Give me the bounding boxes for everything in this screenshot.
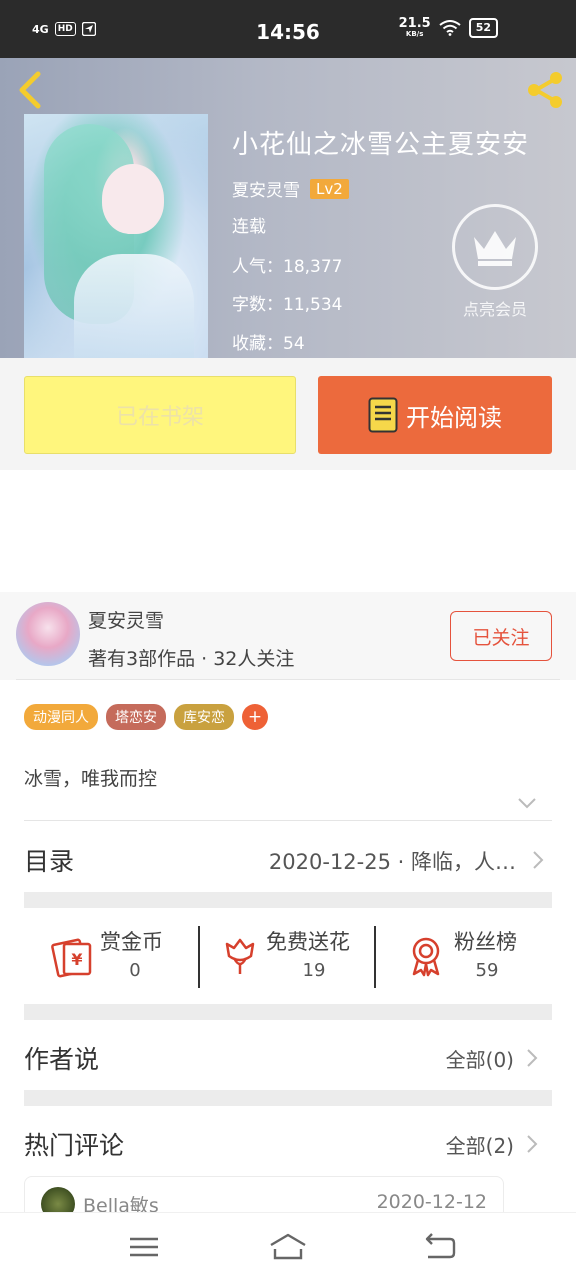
fan-ranking-value: 59 bbox=[475, 960, 499, 981]
speed-value: 21.5 bbox=[398, 16, 431, 31]
back-icon[interactable] bbox=[14, 70, 48, 110]
free-flowers-value: 19 bbox=[302, 960, 326, 981]
status-bar: 4G HD 14:56 21.5 KB/s 52 bbox=[0, 0, 576, 58]
section-gap bbox=[24, 1004, 552, 1020]
expand-chevron-icon[interactable] bbox=[516, 796, 538, 810]
network-speed: 21.5 KB/s bbox=[398, 16, 431, 38]
chevron-right-icon bbox=[527, 1049, 538, 1067]
fan-ranking-item[interactable]: 粉丝榜 59 bbox=[404, 926, 554, 988]
author-says-row[interactable]: 作者说 全部(0) bbox=[24, 1020, 552, 1090]
reward-coins-label: 赏金币 bbox=[100, 930, 163, 954]
free-flowers-item[interactable]: 免费送花 19 bbox=[218, 926, 378, 988]
stat-divider bbox=[198, 926, 200, 988]
wifi-icon bbox=[439, 20, 461, 36]
book-icon bbox=[368, 397, 398, 433]
section-gap bbox=[24, 892, 552, 908]
level-badge: Lv2 bbox=[310, 178, 349, 199]
flower-icon bbox=[225, 938, 255, 974]
action-bar: 已在书架 开始阅读 bbox=[0, 358, 576, 470]
table-of-contents-row[interactable]: 目录 2020-12-25 · 降临，人… bbox=[24, 822, 552, 892]
section-gap bbox=[24, 1090, 552, 1106]
chevron-right-icon bbox=[527, 1135, 538, 1153]
back-nav-icon[interactable] bbox=[420, 1231, 460, 1263]
menu-icon[interactable] bbox=[124, 1231, 164, 1263]
author-card-name: 夏安灵雪 bbox=[88, 610, 165, 632]
author-says-all-link[interactable]: 全部(0) bbox=[446, 1044, 514, 1073]
status-right: 21.5 KB/s 52 bbox=[398, 16, 498, 38]
red-envelope-icon: ¥ bbox=[51, 938, 92, 978]
hot-comments-title: 热门评论 bbox=[24, 1131, 125, 1160]
popularity: 人气：18,377 bbox=[232, 257, 343, 277]
home-icon[interactable] bbox=[268, 1231, 308, 1263]
author-avatar[interactable] bbox=[16, 602, 80, 666]
favorites-count: 收藏：54 bbox=[232, 334, 305, 354]
tag-list: 动漫同人 塔恋安 库安恋 + bbox=[24, 704, 268, 730]
divider bbox=[24, 820, 552, 821]
start-reading-label: 开始阅读 bbox=[406, 403, 502, 432]
vip-button[interactable]: 点亮会员 bbox=[452, 204, 538, 320]
book-header: 小花仙之冰雪公主夏安安 夏安灵雪 Lv2 连载 人气：18,377 字数：11,… bbox=[0, 58, 576, 358]
svg-text:¥: ¥ bbox=[71, 950, 82, 969]
battery-indicator: 52 bbox=[468, 18, 498, 38]
vip-label: 点亮会员 bbox=[462, 300, 527, 319]
start-reading-button[interactable]: 开始阅读 bbox=[318, 376, 552, 454]
tag-item[interactable]: 动漫同人 bbox=[24, 704, 98, 730]
serial-status: 连载 bbox=[232, 217, 266, 237]
book-title: 小花仙之冰雪公主夏安安 bbox=[232, 130, 530, 160]
book-cover-image[interactable] bbox=[24, 114, 208, 358]
comment-date: 2020-12-12 bbox=[376, 1191, 487, 1213]
author-card-stats: 著有3部作品 · 32人关注 bbox=[88, 648, 295, 670]
toc-label: 目录 bbox=[24, 847, 75, 876]
support-stats: ¥ 赏金币 0 免费送花 19 粉丝榜 59 bbox=[24, 908, 552, 1004]
author-card[interactable]: 夏安灵雪 著有3部作品 · 32人关注 已关注 bbox=[0, 592, 576, 680]
fan-ranking-label: 粉丝榜 bbox=[454, 930, 517, 954]
author-name-link[interactable]: 夏安灵雪 bbox=[232, 176, 300, 201]
author-says-title: 作者说 bbox=[24, 1045, 100, 1074]
hot-comments-all-link[interactable]: 全部(2) bbox=[446, 1130, 514, 1159]
stat-divider bbox=[374, 926, 376, 988]
follow-button[interactable]: 已关注 bbox=[450, 611, 552, 661]
book-description: 冰雪，唯我而控 bbox=[24, 768, 158, 790]
latest-chapter: 2020-12-25 · 降临，人… bbox=[268, 850, 516, 874]
speed-unit: KB/s bbox=[405, 30, 424, 38]
hot-comments-row[interactable]: 热门评论 全部(2) bbox=[24, 1106, 552, 1176]
tag-item[interactable]: 塔恋安 bbox=[106, 704, 166, 730]
free-flowers-label: 免费送花 bbox=[266, 930, 350, 954]
tag-item[interactable]: 库安恋 bbox=[174, 704, 234, 730]
crown-icon bbox=[452, 204, 538, 290]
medal-icon bbox=[412, 937, 440, 977]
in-shelf-button[interactable]: 已在书架 bbox=[24, 376, 296, 454]
share-icon[interactable] bbox=[524, 70, 566, 110]
author-row: 夏安灵雪 Lv2 bbox=[232, 176, 349, 201]
chevron-right-icon bbox=[533, 851, 544, 869]
add-tag-button[interactable]: + bbox=[242, 704, 268, 730]
reward-coins-value: 0 bbox=[129, 960, 141, 981]
word-count: 字数：11,534 bbox=[232, 295, 343, 315]
system-nav-bar bbox=[0, 1212, 576, 1280]
reward-coins-item[interactable]: ¥ 赏金币 0 bbox=[50, 926, 200, 988]
